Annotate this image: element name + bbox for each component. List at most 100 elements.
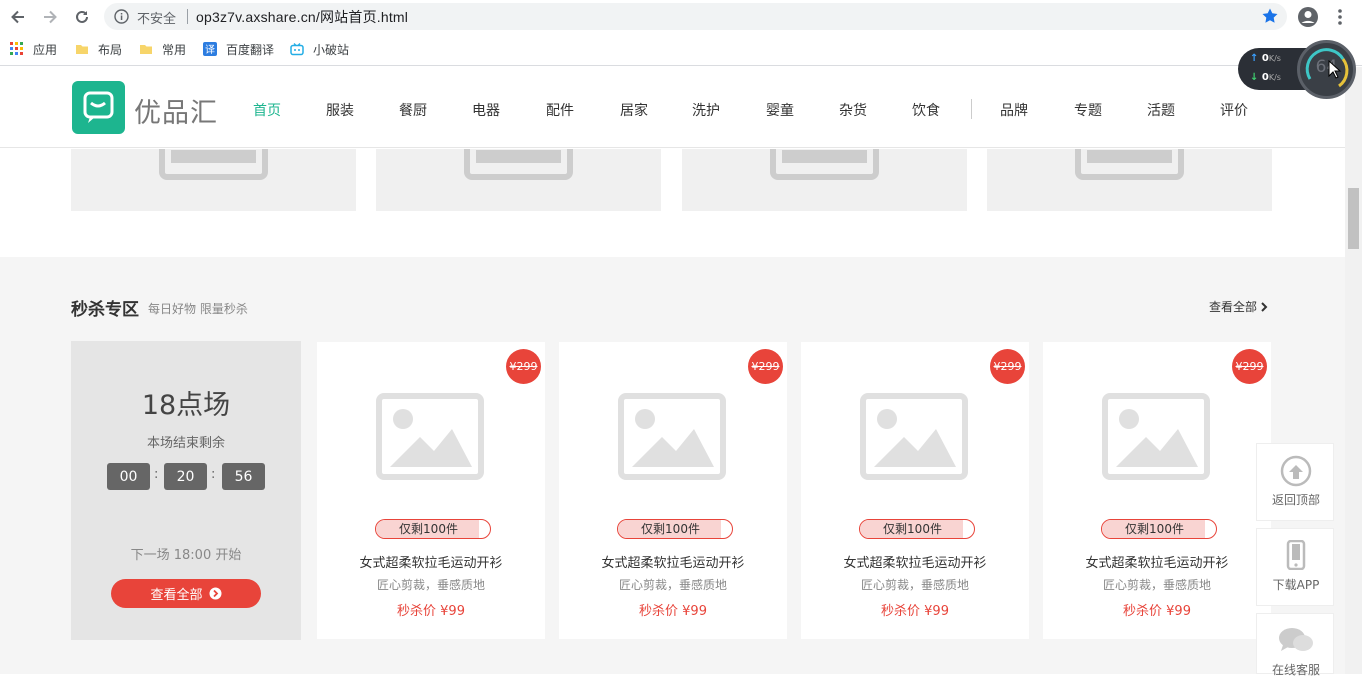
profile-icon[interactable] (1297, 6, 1319, 28)
side-tool-label: 返回顶部 (1271, 493, 1320, 507)
strip-product-card[interactable] (376, 149, 661, 211)
bookmark-apps[interactable]: 应用 (10, 40, 57, 58)
next-session: 下一场 18:00 开始 (130, 548, 242, 563)
nav-appliances[interactable]: 电器 (472, 100, 500, 120)
remain-label: 本场结束剩余 (146, 436, 225, 451)
logo-icon[interactable] (72, 81, 125, 134)
product-desc: 匠心剪裁，垂感质地 (860, 578, 969, 592)
image-placeholder-icon (1075, 149, 1184, 180)
bilibili-icon (290, 43, 304, 56)
download-unit: K/s (1268, 73, 1281, 82)
back-to-top-button[interactable]: 返回顶部 (1256, 443, 1334, 521)
original-price-badge: ¥299 (506, 349, 541, 384)
strip-product-card[interactable] (987, 149, 1272, 211)
nav-home[interactable]: 首页 (253, 100, 281, 120)
bookmark-baidu-translate[interactable]: 译 百度翻译 (203, 40, 274, 58)
view-all-button[interactable]: 查看全部 (111, 579, 261, 608)
countdown-hours: 00 (107, 463, 150, 490)
arrow-circle-icon (209, 587, 221, 600)
customer-service-button[interactable]: 在线客服 (1256, 613, 1334, 677)
product-name[interactable]: 女式超柔软拉毛运动开衫 (1043, 552, 1271, 571)
view-all-button-label: 查看全部 (150, 588, 203, 603)
product-name[interactable]: 女式超柔软拉毛运动开衫 (559, 552, 787, 571)
menu-kebab-icon[interactable] (1332, 6, 1348, 28)
image-placeholder-icon (860, 393, 968, 480)
bookmark-layout[interactable]: 布局 (75, 40, 122, 58)
nav-baby[interactable]: 婴童 (766, 100, 794, 120)
section-title: 秒杀专区 (71, 300, 139, 320)
original-price-badge: ¥299 (990, 349, 1025, 384)
product-name[interactable]: 女式超柔软拉毛运动开衫 (317, 552, 545, 571)
countdown-minutes: 20 (164, 463, 207, 490)
folder-icon (76, 45, 88, 54)
omnibox-divider (187, 9, 188, 24)
upload-speed: ↑ 0K/s (1250, 53, 1281, 64)
reload-icon[interactable] (70, 5, 94, 29)
view-all-link[interactable]: 查看全部 (1209, 298, 1269, 315)
download-app-button[interactable]: 下载APP (1256, 528, 1334, 606)
image-placeholder-icon (159, 149, 268, 180)
strip-product-card[interactable] (71, 149, 356, 211)
bookmark-common[interactable]: 常用 (139, 40, 186, 58)
stock-label: 仅剩100件 (641, 522, 700, 536)
back-icon[interactable] (6, 5, 30, 29)
url-text[interactable]: op3z7v.axshare.cn/网站首页.html (196, 7, 408, 27)
stock-progress: 仅剩100件 (617, 519, 733, 539)
nav-care[interactable]: 洗护 (692, 100, 720, 120)
stock-progress: 仅剩100件 (1101, 519, 1217, 539)
nav-accessories[interactable]: 配件 (546, 100, 574, 120)
scrollbar-thumb[interactable] (1348, 188, 1359, 249)
forward-icon[interactable] (38, 5, 62, 29)
stock-progress: 仅剩100件 (375, 519, 491, 539)
bookmark-label: 百度翻译 (226, 42, 275, 57)
nav-brand[interactable]: 品牌 (1000, 100, 1028, 120)
nav-reviews[interactable]: 评价 (1220, 100, 1248, 120)
download-arrow-icon: ↓ (1250, 72, 1259, 83)
nav-events[interactable]: 活题 (1147, 100, 1175, 120)
nav-kitchen[interactable]: 餐厨 (399, 100, 427, 120)
info-icon[interactable] (114, 9, 129, 24)
nav-divider (971, 99, 972, 119)
strip-product-card[interactable] (682, 149, 967, 211)
image-placeholder-icon (464, 149, 573, 180)
address-bar[interactable]: 不安全 op3z7v.axshare.cn/网站首页.html (104, 3, 1287, 30)
bookmark-star-icon[interactable] (1261, 7, 1279, 25)
product-price: 秒杀价 ¥99 (397, 604, 465, 619)
bookmarks-bar: 应用 布局 常用 译 百度翻译 小破站 (0, 33, 1362, 66)
nav-sundries[interactable]: 杂货 (839, 100, 867, 120)
bookmark-bilibili[interactable]: 小破站 (290, 40, 349, 58)
image-placeholder-icon (618, 393, 726, 480)
countdown-seconds: 56 (222, 463, 265, 490)
image-placeholder-icon (376, 393, 484, 480)
product-strip (0, 149, 1345, 257)
flash-sale-section: 秒杀专区 每日好物 限量秒杀 查看全部 18点场 本场结束剩余 00 : 20 … (0, 257, 1345, 674)
countdown-colon: : (211, 467, 216, 482)
nav-home-living[interactable]: 居家 (620, 100, 648, 120)
apps-grid-icon (10, 42, 23, 55)
phone-icon (1286, 540, 1306, 570)
product-price: 秒杀价 ¥99 (639, 604, 707, 619)
svg-text:译: 译 (205, 44, 215, 56)
nav-food[interactable]: 饮食 (912, 100, 940, 120)
logo-text[interactable]: 优品汇 (134, 91, 218, 130)
nav-clothing[interactable]: 服装 (326, 100, 354, 120)
bookmark-label: 小破站 (313, 42, 350, 57)
original-price-badge: ¥299 (1232, 349, 1267, 384)
download-value: 0 (1261, 72, 1269, 83)
product-card[interactable]: ¥299 仅剩100件 女式超柔软拉毛运动开衫 匠心剪裁，垂感质地 秒杀价 ¥9… (317, 342, 545, 639)
product-card[interactable]: ¥299 仅剩100件 女式超柔软拉毛运动开衫 匠心剪裁，垂感质地 秒杀价 ¥9… (801, 342, 1029, 639)
product-card[interactable]: ¥299 仅剩100件 女式超柔软拉毛运动开衫 匠心剪裁，垂感质地 秒杀价 ¥9… (1043, 342, 1271, 639)
browser-toolbar: 不安全 op3z7v.axshare.cn/网站首页.html (0, 0, 1362, 33)
download-speed: ↓ 0K/s (1250, 72, 1281, 83)
scrollbar-track[interactable] (1345, 67, 1362, 674)
side-tool-label: 下载APP (1272, 578, 1320, 592)
nav-topics[interactable]: 专题 (1074, 100, 1102, 120)
arrow-up-circle-icon (1280, 455, 1312, 487)
speed-dial-icon[interactable]: 64 (1297, 40, 1356, 99)
product-name[interactable]: 女式超柔软拉毛运动开衫 (801, 552, 1029, 571)
section-subtitle: 每日好物 限量秒杀 (148, 302, 248, 316)
insecure-label: 不安全 (137, 12, 177, 27)
upload-unit: K/s (1268, 54, 1281, 63)
product-card[interactable]: ¥299 仅剩100件 女式超柔软拉毛运动开衫 匠心剪裁，垂感质地 秒杀价 ¥9… (559, 342, 787, 639)
bookmark-label: 应用 (33, 42, 58, 57)
